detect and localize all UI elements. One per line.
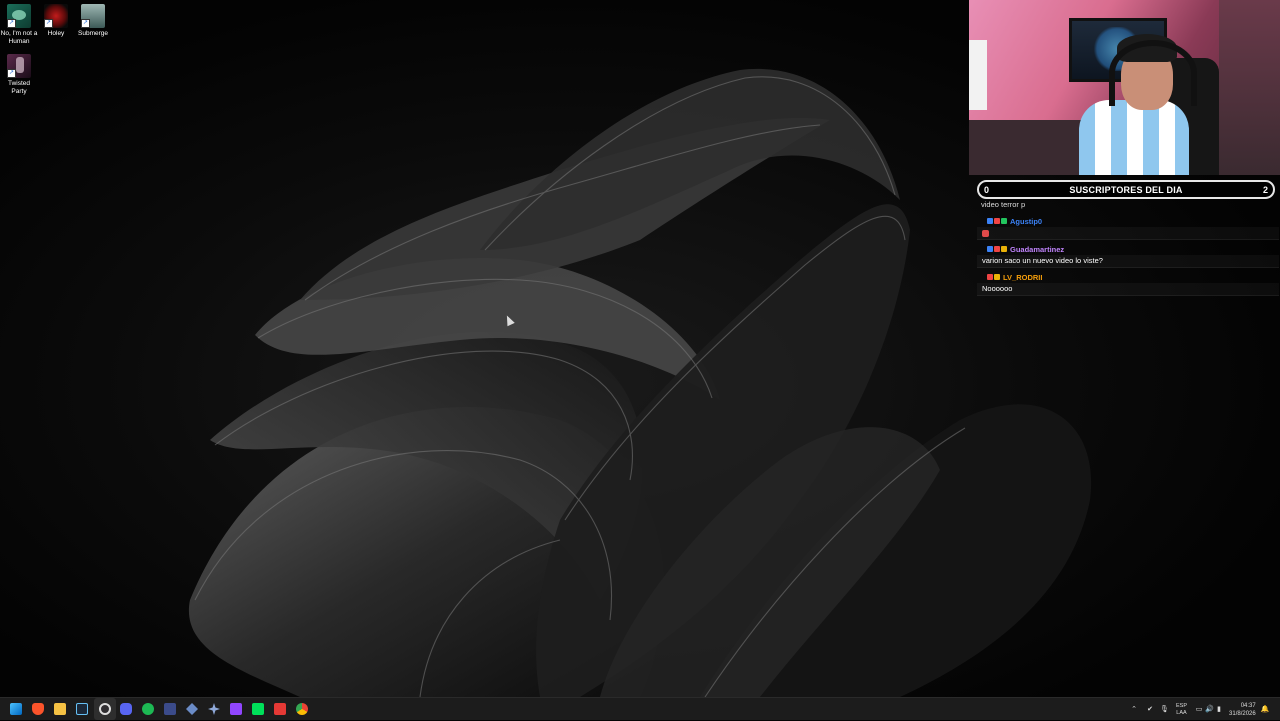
clock-time: 04:37 xyxy=(1240,702,1256,709)
chrome-icon[interactable] xyxy=(296,703,308,715)
chat-message: Guadamartinez varion saco un nuevo video… xyxy=(977,243,1279,268)
subscriber-badge-icon xyxy=(987,218,993,224)
clock-date: 31/8/2026 xyxy=(1229,710,1256,717)
subs-left-count: 0 xyxy=(984,184,990,195)
desktop-icon-submerge[interactable]: ↗ Submerge xyxy=(74,4,112,38)
controller-icon[interactable] xyxy=(208,703,220,715)
chevron-up-icon[interactable]: ⌃ xyxy=(1130,706,1138,714)
obs-icon[interactable] xyxy=(99,703,111,715)
bits-badge-icon xyxy=(994,246,1000,252)
game-thumbnail-icon: ↗ xyxy=(7,4,31,28)
game-thumbnail-icon: ↗ xyxy=(81,4,105,28)
shortcut-arrow-icon: ↗ xyxy=(81,19,90,28)
chat-message: LV_RODRII Noooooo xyxy=(977,271,1279,296)
chat-clipped-message: video terror p xyxy=(981,201,1026,209)
webcam-feed xyxy=(969,0,1280,175)
keyboard-layout: LAA xyxy=(1176,709,1187,716)
app-window-icon[interactable] xyxy=(164,703,176,715)
chat-message: Agustip0 xyxy=(977,215,1279,240)
clock[interactable]: 04:37 31/8/2026 xyxy=(1229,702,1256,718)
desktop-icon-label: Holey xyxy=(47,30,65,37)
chat-username[interactable]: LV_RODRII xyxy=(1003,273,1042,282)
chat-message-text: varion saco un nuevo video lo viste? xyxy=(977,255,1279,268)
shortcut-arrow-icon: ↗ xyxy=(44,19,53,28)
game-thumbnail-icon: ↗ xyxy=(7,54,31,78)
subs-title: SUSCRIPTORES DEL DIA xyxy=(1069,184,1183,195)
chat-panel: video terror p Agustip0 Guadamartinez va… xyxy=(977,201,1279,296)
streamer-jersey xyxy=(1079,100,1189,175)
battery-icon[interactable]: ▮ xyxy=(1215,706,1223,714)
headset-icon xyxy=(1109,40,1197,106)
crown-badge-icon xyxy=(1001,246,1007,252)
microphone-icon[interactable]: 🎙 xyxy=(1160,706,1169,714)
desktop-icon-label: Submerge xyxy=(78,30,108,37)
desktop-icon-twisted-party[interactable]: ↗ Twisted Party xyxy=(0,54,38,96)
desktop-icon-label: No, I'm not a Human xyxy=(0,30,38,45)
brave-icon[interactable] xyxy=(32,703,44,715)
system-tray: ⌃ ✔ 🎙 ESP LAA ▭ 🔊 ▮ 04:37 31/8/2026 🔔 xyxy=(1130,698,1269,721)
language-indicator[interactable]: ESP LAA xyxy=(1176,703,1187,717)
volume-icon[interactable]: 🔊 xyxy=(1205,706,1214,714)
chat-username[interactable]: Agustip0 xyxy=(1010,217,1042,226)
desktop-icon-no-im-not-a-human[interactable]: ↗ No, I'm not a Human xyxy=(0,4,38,46)
emote-icon xyxy=(982,229,989,237)
desktop-icon-label: Twisted Party xyxy=(7,80,31,95)
crown-badge-icon xyxy=(994,274,1000,280)
shortcut-arrow-icon: ↗ xyxy=(7,69,16,78)
discord-icon[interactable] xyxy=(120,703,132,715)
notification-bell-icon[interactable]: 🔔 xyxy=(1261,706,1270,714)
subs-right-count: 2 xyxy=(1262,184,1268,195)
taskbar: ⌃ ✔ 🎙 ESP LAA ▭ 🔊 ▮ 04:37 31/8/2026 🔔 xyxy=(0,697,1280,720)
chat-username[interactable]: Guadamartinez xyxy=(1010,245,1064,254)
gift-badge-icon xyxy=(1001,218,1007,224)
network-icon[interactable]: ▭ xyxy=(1195,706,1203,714)
game-icon[interactable] xyxy=(252,703,264,715)
shortcut-arrow-icon: ↗ xyxy=(7,19,16,28)
twitch-icon[interactable] xyxy=(230,703,242,715)
bits-badge-icon xyxy=(994,218,1000,224)
file-explorer-icon[interactable] xyxy=(54,703,66,715)
spotify-icon[interactable] xyxy=(142,703,154,715)
subscribers-of-the-day-bar: 0 SUSCRIPTORES DEL DIA 2 xyxy=(977,180,1275,199)
bits-badge-icon xyxy=(987,274,993,280)
tray-app-icon[interactable]: ✔ xyxy=(1146,706,1154,714)
start-icon[interactable] xyxy=(10,703,22,715)
steam-icon[interactable] xyxy=(76,703,88,715)
subscriber-badge-icon xyxy=(987,246,993,252)
vpn-icon[interactable] xyxy=(186,703,198,715)
game-thumbnail-icon: ↗ xyxy=(44,4,68,28)
desktop-icon-holey[interactable]: ↗ Holey xyxy=(37,4,75,38)
language-code: ESP xyxy=(1176,702,1188,709)
chat-message-text: Noooooo xyxy=(977,283,1279,296)
media-icon[interactable] xyxy=(274,703,286,715)
